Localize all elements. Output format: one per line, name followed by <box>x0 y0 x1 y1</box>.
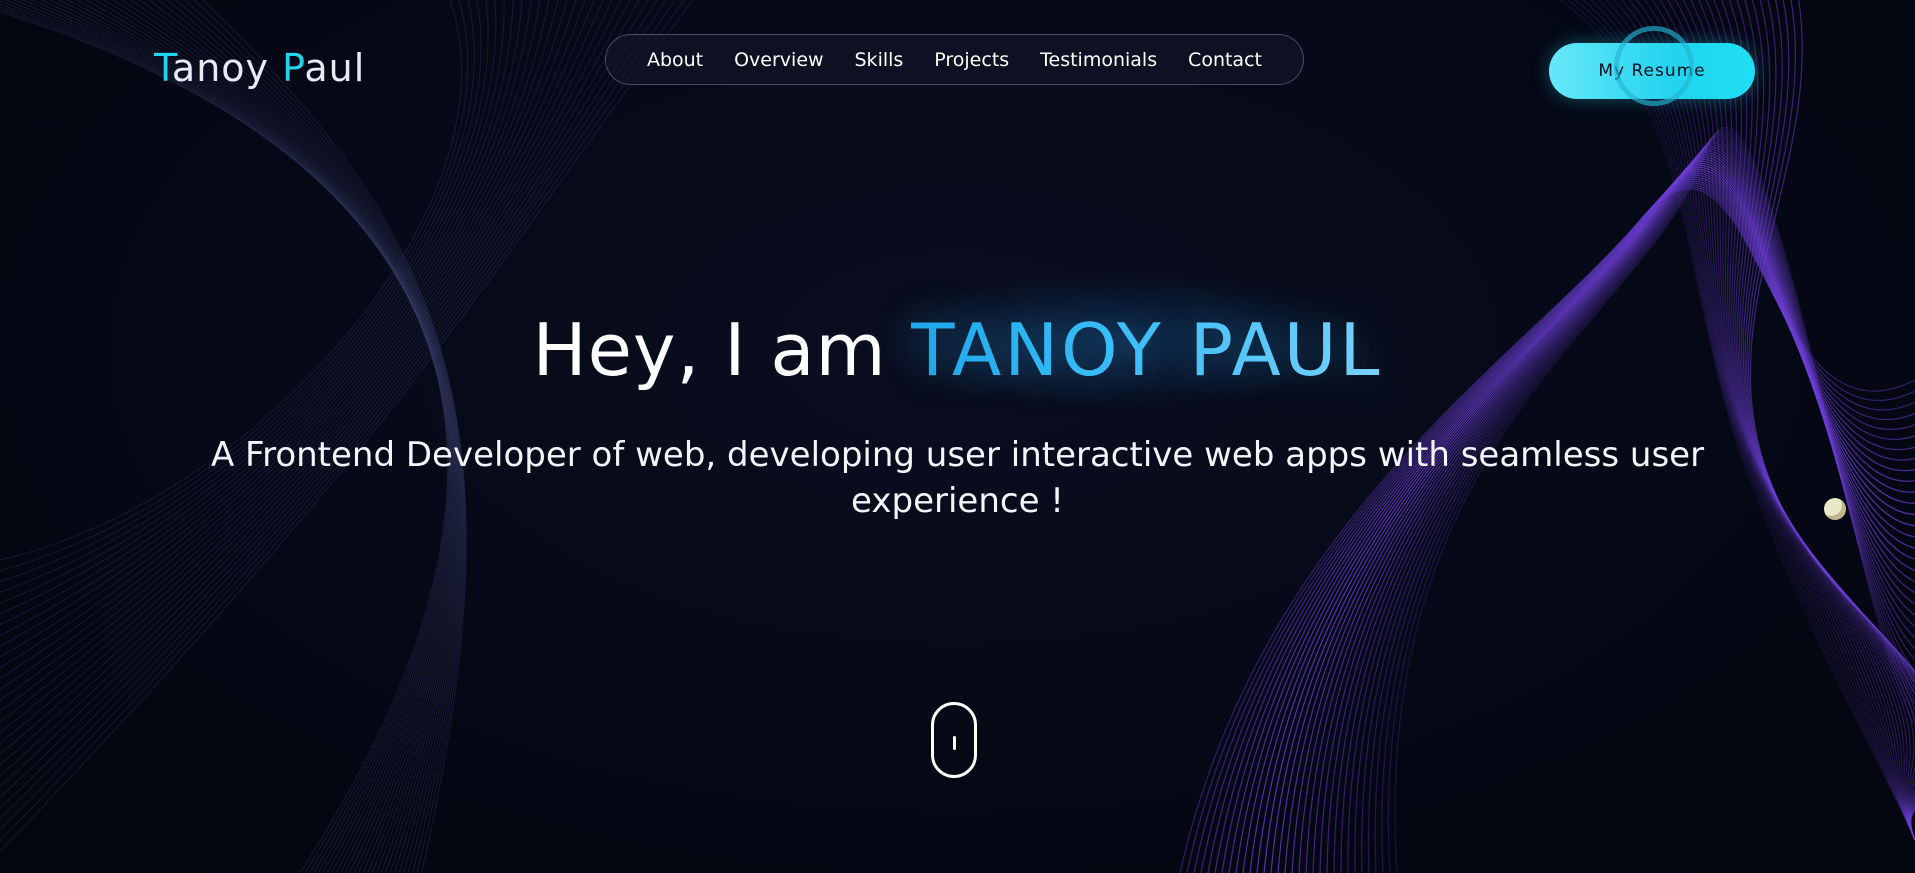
cursor-dot <box>1824 498 1846 520</box>
page: Tanoy Paul About Overview Skills Project… <box>0 0 1915 873</box>
hero-title: Hey, I am TANOY PAUL <box>0 308 1915 392</box>
logo-last-initial: P <box>282 46 305 90</box>
main-nav: About Overview Skills Projects Testimoni… <box>605 34 1304 85</box>
hero-greeting: Hey, I am <box>532 308 911 392</box>
nav-item-about[interactable]: About <box>647 49 703 71</box>
nav-item-testimonials[interactable]: Testimonials <box>1040 49 1157 71</box>
hero-name: TANOY PAUL <box>910 308 1383 392</box>
nav-item-skills[interactable]: Skills <box>855 49 904 71</box>
mouse-scroll-icon[interactable] <box>931 702 977 778</box>
nav-item-overview[interactable]: Overview <box>734 49 823 71</box>
nav-item-contact[interactable]: Contact <box>1188 49 1262 71</box>
logo-first-initial: T <box>154 46 172 90</box>
site-logo[interactable]: Tanoy Paul <box>154 46 365 90</box>
nav-item-projects[interactable]: Projects <box>934 49 1009 71</box>
logo-last-rest: aul <box>304 46 366 90</box>
mouse-wheel <box>953 736 956 750</box>
logo-first-rest: anoy <box>171 46 283 90</box>
hero-subtitle: A Frontend Developer of web, developing … <box>210 435 1705 521</box>
resume-button[interactable]: My Resume <box>1549 43 1755 99</box>
